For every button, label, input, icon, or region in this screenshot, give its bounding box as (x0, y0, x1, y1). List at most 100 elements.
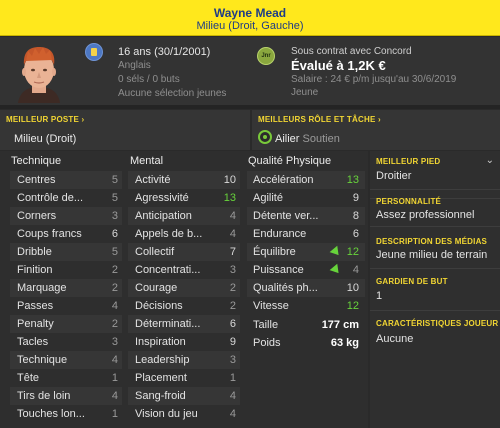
attributes-panel: Technique Mental Qualité Physique Centre… (0, 151, 368, 428)
player-position: Milieu (Droit, Gauche) (196, 20, 304, 32)
technique-attribute-row[interactable]: Finition 2 (10, 261, 122, 279)
player-nationality[interactable]: Anglais (118, 59, 226, 73)
technique-attribute-row[interactable]: Passes 4 (10, 297, 122, 315)
role-name: Ailier (275, 133, 300, 145)
best-role-panel[interactable]: MEILLEURS RÔLE ET TÂCHE › Ailier Soutien (252, 110, 500, 150)
side-info-panel: MEILLEUR PIED ⌄ Droitier PERSONNALITÉ As… (370, 151, 500, 428)
attribute-value: 12 (346, 246, 359, 258)
mental-attribute-row[interactable]: Leadership 3 (128, 351, 240, 369)
attribute-label: Puissance (253, 264, 304, 276)
player-caps-goals: 0 séls / 0 buts (118, 74, 180, 85)
attribute-label: Accélération (253, 174, 314, 186)
technique-attribute-row[interactable]: Centres 5 (10, 171, 122, 189)
physical-attribute-row[interactable]: Endurance 6 (247, 225, 365, 243)
attribute-value: 4 (229, 210, 236, 222)
media-description-block: DESCRIPTION DES MÉDIAS Jeune milieu de t… (370, 229, 500, 269)
attribute-label: Contrôle de... (17, 192, 84, 204)
attribute-value: 2 (229, 282, 236, 294)
chevron-down-icon[interactable]: ⌄ (486, 155, 494, 166)
physical-attribute-row[interactable]: Équilibre 12 (247, 243, 365, 261)
club-badge-icon[interactable]: Jnr (257, 47, 275, 65)
attribute-value: 6 (229, 318, 236, 330)
mental-attribute-row[interactable]: Décisions 2 (128, 297, 240, 315)
mental-heading: Mental (130, 155, 164, 167)
attribute-value: 8 (352, 210, 359, 222)
mental-attribute-row[interactable]: Vision du jeu 4 (128, 405, 240, 423)
technique-attribute-row[interactable]: Marquage 2 (10, 279, 122, 297)
technique-attribute-row[interactable]: Tirs de loin 4 (10, 387, 122, 405)
attribute-label: Leadership (135, 354, 190, 366)
attribute-label: Activité (135, 174, 171, 186)
technique-attribute-row[interactable]: Tacles 3 (10, 333, 122, 351)
technique-attribute-row[interactable]: Touches lon... 1 (10, 405, 122, 423)
attribute-label: Équilibre (253, 246, 296, 258)
mental-attribute-row[interactable]: Sang-froid 4 (128, 387, 240, 405)
contract-club[interactable]: Sous contrat avec Concord (291, 45, 456, 58)
contract-status: Jeune (291, 87, 319, 98)
attribute-value: 5 (111, 246, 118, 258)
mental-attribute-row[interactable]: Activité 10 (128, 171, 240, 189)
player-info-panel: 16 ans (30/1/2001) Anglais 0 séls / 0 bu… (0, 37, 500, 105)
technique-attribute-row[interactable]: Penalty 2 (10, 315, 122, 333)
attribute-value: 13 (346, 174, 359, 186)
attribute-value: 4 (111, 300, 118, 312)
attribute-label: Concentrati... (135, 264, 201, 276)
attribute-value: 2 (111, 318, 118, 330)
attribute-label: Placement (135, 372, 187, 384)
physical-attribute-row[interactable]: Accélération 13 (247, 171, 365, 189)
attribute-label: Dribble (17, 246, 52, 258)
mental-attribute-row[interactable]: Inspiration 9 (128, 333, 240, 351)
player-portrait (8, 41, 70, 103)
mental-attribute-row[interactable]: Appels de b... 4 (128, 225, 240, 243)
mental-attribute-row[interactable]: Concentrati... 3 (128, 261, 240, 279)
technique-attribute-row[interactable]: Coups francs 6 (10, 225, 122, 243)
attribute-label: Sang-froid (135, 390, 186, 402)
best-position-panel[interactable]: MEILLEUR POSTE › Milieu (Droit) (0, 110, 250, 150)
attribute-label: Agilité (253, 192, 283, 204)
attribute-value: 5 (111, 192, 118, 204)
attribute-value: 3 (229, 264, 236, 276)
attribute-value: 13 (223, 192, 236, 204)
mental-attribute-row[interactable]: Courage 2 (128, 279, 240, 297)
weight-label: Poids (253, 337, 281, 349)
attribute-value: 4 (111, 354, 118, 366)
player-name[interactable]: Wayne Mead (0, 6, 500, 20)
attribute-label: Détente ver... (253, 210, 319, 222)
mental-attribute-row[interactable]: Déterminati... 6 (128, 315, 240, 333)
weight-row: Poids 63 kg (247, 335, 365, 353)
personality-title: PERSONNALITÉ (376, 197, 442, 206)
chevron-right-icon: › (81, 115, 85, 124)
mental-attribute-row[interactable]: Collectif 7 (128, 243, 240, 261)
attribute-label: Passes (17, 300, 54, 312)
physical-attribute-row[interactable]: Vitesse 12 (247, 297, 365, 315)
attribute-label: Vision du jeu (135, 408, 198, 420)
attribute-value: 4 (352, 264, 359, 276)
nationality-flag-icon[interactable] (85, 43, 103, 61)
attribute-label: Courage (135, 282, 178, 294)
physical-attribute-row[interactable]: Puissance 4 (247, 261, 365, 279)
physical-attribute-row[interactable]: Agilité 9 (247, 189, 365, 207)
technique-attribute-row[interactable]: Dribble 5 (10, 243, 122, 261)
attribute-value: 6 (352, 228, 359, 240)
physical-attribute-row[interactable]: Détente ver... 8 (247, 207, 365, 225)
contract-info: Sous contrat avec Concord Évalué à 1,2K … (291, 45, 456, 99)
attribute-label: Collectif (135, 246, 175, 258)
technique-attribute-row[interactable]: Corners 3 (10, 207, 122, 225)
contract-salary: Salaire : 24 € p/m jusqu'au 30/6/2019 (291, 74, 457, 85)
attribute-label: Tête (17, 372, 40, 384)
mental-attribute-row[interactable]: Placement 1 (128, 369, 240, 387)
attribute-value: 3 (111, 336, 118, 348)
technique-attribute-row[interactable]: Contrôle de... 5 (10, 189, 122, 207)
attribute-label: Tirs de loin (17, 390, 71, 402)
mental-attribute-row[interactable]: Anticipation 4 (128, 207, 240, 225)
attribute-value: 3 (229, 354, 236, 366)
technique-attribute-row[interactable]: Technique 4 (10, 351, 122, 369)
mental-attribute-row[interactable]: Agressivité 13 (128, 189, 240, 207)
attribute-label: Déterminati... (135, 318, 201, 330)
physical-attribute-row[interactable]: Qualités ph... 10 (247, 279, 365, 297)
goalkeeper-title: GARDIEN DE BUT (376, 277, 448, 286)
attribute-value: 10 (223, 174, 236, 186)
goalkeeper-value: 1 (376, 290, 383, 302)
technique-attribute-row[interactable]: Tête 1 (10, 369, 122, 387)
height-label: Taille (253, 319, 279, 331)
